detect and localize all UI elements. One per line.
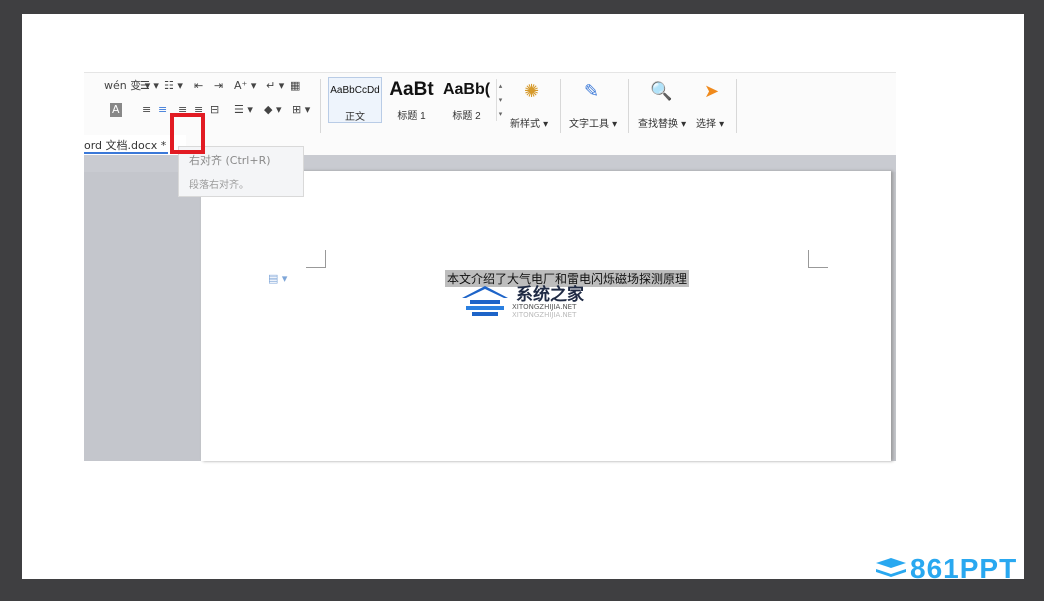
brand-logo-icon: [876, 558, 906, 577]
ribbon-toolbar: wén 变 ▾ ☰ ▾ ☷ ▾ ⇤ ⇥ A⁺ ▾ ↵ ▾ ▦ A ≡ ≡ ≡ ≡…: [84, 72, 896, 155]
watermark-url-reflection: XITONGZHIJIA.NET: [512, 311, 577, 319]
active-tab-indicator: [84, 152, 168, 154]
style-normal-preview: AaBbCcDd: [330, 85, 380, 96]
style-normal-label: 正文: [345, 112, 365, 123]
margin-corner-top-right: [808, 250, 828, 268]
find-replace-button[interactable]: 查找替换 ▾: [638, 115, 686, 130]
brand-label: 861PPT: [910, 553, 1018, 584]
increase-indent-button[interactable]: ⇥: [214, 79, 223, 93]
styles-scroll[interactable]: ▴ ▾ ▾: [496, 79, 504, 121]
tooltip-description: 段落右对齐。: [189, 180, 249, 191]
separator: [320, 79, 321, 133]
style-heading1[interactable]: AaBt 标题 1: [384, 77, 439, 123]
style-heading2-label: 标题 2: [452, 111, 481, 122]
watermark-title: 系统之家: [516, 285, 584, 305]
align-left-button[interactable]: ≡: [142, 103, 151, 117]
xitongzhijia-house-icon: [462, 286, 508, 316]
separator: [560, 79, 561, 133]
text-tool-button[interactable]: 文字工具 ▾: [569, 115, 617, 130]
margin-corner-top-left: [306, 250, 326, 268]
page-options-icon[interactable]: ▤ ▾: [268, 272, 287, 285]
separator: [628, 79, 629, 133]
style-heading2-preview: AaBb(: [442, 81, 491, 98]
new-style-button[interactable]: 新样式 ▾: [510, 115, 548, 130]
new-style-icon: ✺: [524, 81, 540, 102]
numbered-list-button[interactable]: ☷ ▾: [164, 79, 183, 93]
separator: [736, 79, 737, 133]
watermark-url: XITONGZHIJIA.NET: [512, 303, 577, 311]
line-break-button[interactable]: ↵ ▾: [266, 79, 284, 93]
distributed-align-button[interactable]: ⊟: [210, 103, 219, 117]
style-normal[interactable]: AaBbCcDd 正文: [328, 77, 382, 123]
select-button[interactable]: 选择 ▾: [696, 115, 724, 130]
char-shading-button[interactable]: A: [110, 103, 122, 117]
decrease-indent-button[interactable]: ⇤: [194, 79, 203, 93]
style-heading2[interactable]: AaBb( 标题 2: [439, 77, 494, 123]
shading-button[interactable]: ◆ ▾: [264, 103, 281, 117]
style-heading1-preview: AaBt: [389, 79, 434, 100]
table-button[interactable]: ▦: [290, 79, 300, 93]
tooltip-title: 右对齐 (Ctrl+R): [189, 154, 271, 167]
cursor-select-icon: ➤: [704, 81, 720, 102]
text-tool-icon: ✎: [584, 81, 600, 102]
highlight-box: [170, 113, 205, 154]
align-center-button[interactable]: ≡: [158, 103, 167, 117]
find-replace-icon: 🔍: [650, 81, 673, 102]
style-heading1-label: 标题 1: [397, 111, 426, 122]
line-spacing-button[interactable]: ☰ ▾: [234, 103, 253, 117]
bullet-list-button[interactable]: ☰ ▾: [140, 79, 159, 93]
font-size-up-button[interactable]: A⁺ ▾: [234, 79, 256, 93]
borders-button[interactable]: ⊞ ▾: [292, 103, 310, 117]
